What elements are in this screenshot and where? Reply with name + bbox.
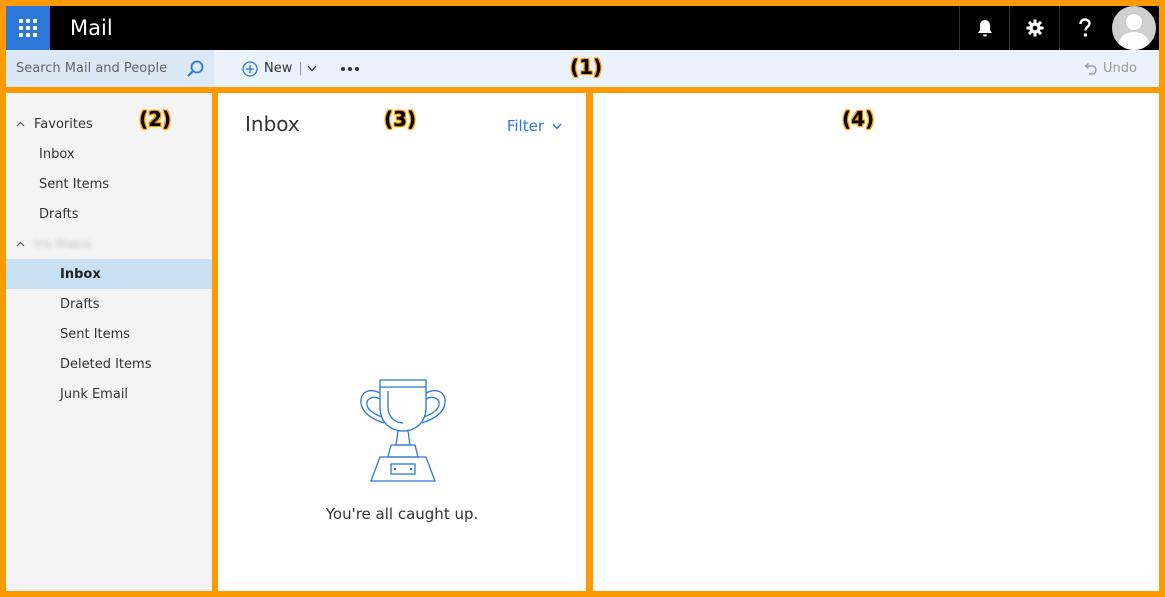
person-icon [1118,14,1150,50]
folder-label: Drafts [60,296,100,312]
favorite-item-sent-items[interactable]: Sent Items [6,169,212,199]
trophy-icon [360,379,446,482]
search-input[interactable] [16,61,176,76]
folder-label: Inbox [39,146,75,162]
chevron-up-icon [16,241,25,247]
undo-button[interactable]: Undo [1083,61,1137,76]
filter-button[interactable]: Filter [507,117,562,135]
undo-icon [1084,62,1097,75]
search-icon[interactable] [186,60,204,78]
app-title: Mail [70,16,113,40]
empty-state-message: You're all caught up. [325,505,479,523]
folder-label: Sent Items [60,326,131,342]
add-circle-icon [242,60,258,77]
region-marker-2: (2) [139,107,172,131]
folder-item-drafts[interactable]: Drafts [6,289,212,319]
search-box [6,50,214,87]
chevron-up-icon [16,121,25,127]
folder-label: Inbox [60,266,101,282]
undo-label: Undo [1103,61,1137,76]
folder-label: Deleted Items [60,356,152,372]
folder-item-junk-email[interactable]: Junk Email [6,379,212,409]
help-icon [1078,18,1091,37]
favorites-header[interactable]: Favorites [6,109,212,139]
folder-label: Junk Email [60,386,129,402]
region-marker-1: (1) [570,55,603,79]
settings-button[interactable] [1009,6,1059,50]
reading-pane [593,93,1159,591]
list-title: Inbox [245,112,300,136]
more-dot [347,66,352,71]
favorite-item-drafts[interactable]: Drafts [6,199,212,229]
filter-label: Filter [506,117,544,135]
avatar [1112,6,1156,50]
account-header[interactable]: Iris Blakis [6,229,212,259]
folder-label: Sent Items [39,176,110,192]
more-dot [354,66,359,71]
folder-item-deleted-items[interactable]: Deleted Items [6,349,212,379]
new-message-button[interactable]: New | [242,60,317,77]
more-actions-button[interactable] [340,66,359,71]
chevron-down-icon [552,123,562,130]
region-marker-4: (4) [842,107,875,131]
region-marker-3: (3) [384,107,417,131]
more-dot [340,66,345,71]
favorite-item-inbox[interactable]: Inbox [6,139,212,169]
folder-pane: Favorites Inbox Sent Items Drafts Iris B… [6,93,212,591]
account-name: Iris Blakis [34,237,92,251]
bell-icon [977,20,992,37]
folder-item-sent-items[interactable]: Sent Items [6,319,212,349]
help-button[interactable] [1059,6,1109,50]
message-list-pane: Inbox Filter You're all caught up. [218,93,586,591]
gear-icon [1026,19,1043,37]
top-bar: Mail [6,6,1159,50]
account-button[interactable] [1109,6,1159,50]
notifications-button[interactable] [959,6,1009,50]
waffle-icon [19,19,37,37]
separator: | [298,61,303,76]
chevron-down-icon[interactable] [307,65,317,72]
favorites-label: Favorites [34,116,93,132]
new-label: New [264,61,293,76]
app-launcher-button[interactable] [6,6,50,50]
folder-item-inbox[interactable]: Inbox [6,259,212,289]
folder-label: Drafts [39,206,79,222]
